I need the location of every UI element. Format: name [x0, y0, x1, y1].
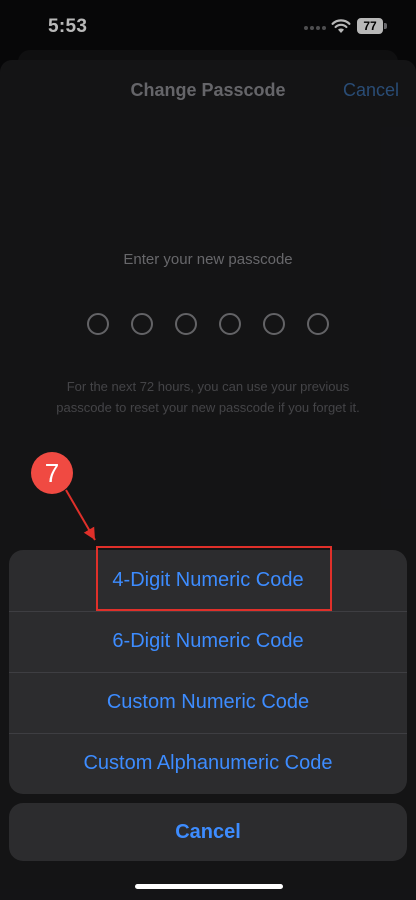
- option-custom-numeric-code[interactable]: Custom Numeric Code: [9, 672, 407, 733]
- screen: 5:53 77 Change Passcode Cancel Enter you…: [0, 0, 416, 900]
- option-custom-alphanumeric-code[interactable]: Custom Alphanumeric Code: [9, 733, 407, 794]
- annotation-highlight-box: [96, 546, 332, 611]
- step-number-badge: 7: [31, 452, 73, 494]
- home-indicator: [135, 884, 283, 889]
- option-6-digit-numeric-code[interactable]: 6-Digit Numeric Code: [9, 611, 407, 672]
- cancel-button[interactable]: Cancel: [9, 803, 407, 861]
